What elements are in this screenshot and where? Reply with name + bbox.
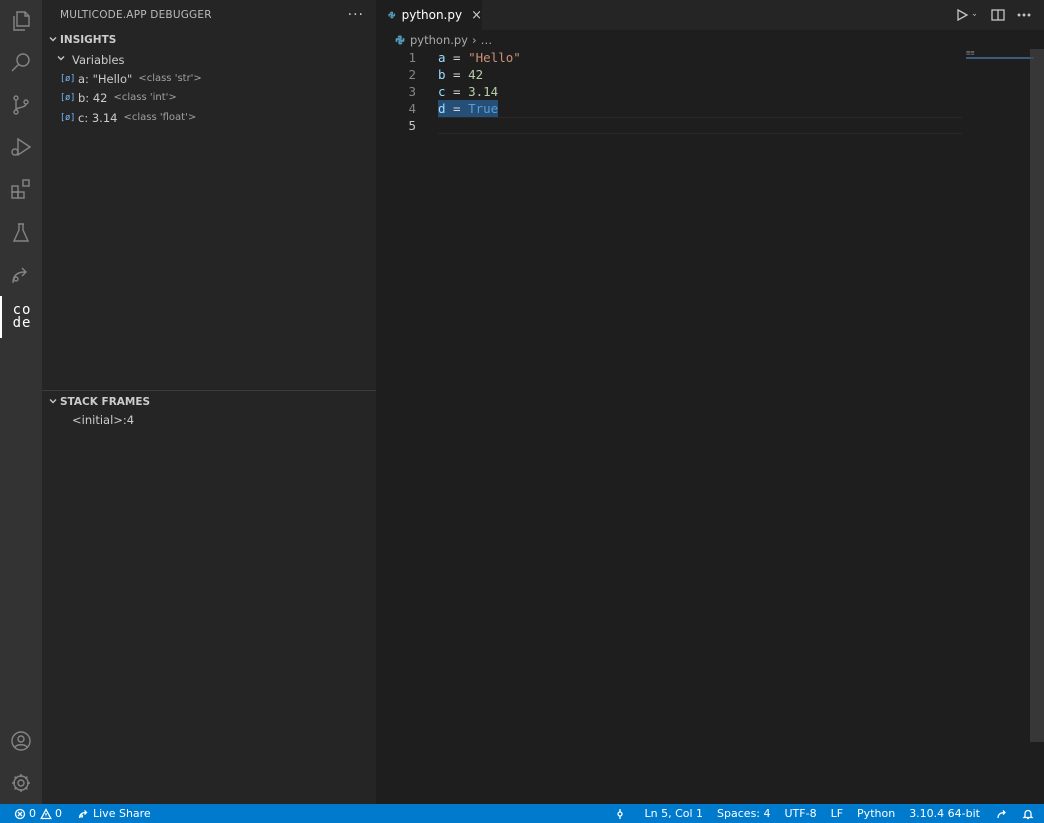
line-number: 1 bbox=[408, 50, 416, 65]
manage-gear-icon[interactable] bbox=[0, 762, 42, 804]
chevron-down-icon bbox=[46, 396, 60, 409]
live-share-icon bbox=[78, 809, 88, 818]
live-share-label: Live Share bbox=[93, 807, 151, 820]
insights-section-header[interactable]: INSIGHTS bbox=[42, 30, 376, 50]
insights-title: INSIGHTS bbox=[60, 34, 117, 46]
code-line[interactable]: 2 b = 42 bbox=[376, 66, 966, 83]
run-debug-icon[interactable] bbox=[0, 126, 42, 168]
variable-name: a: "Hello" bbox=[78, 71, 133, 86]
explorer-icon[interactable] bbox=[0, 0, 42, 42]
error-icon bbox=[14, 808, 26, 819]
python-interpreter[interactable]: 3.10.4 64-bit bbox=[903, 804, 986, 823]
variable-icon: [ø] bbox=[60, 73, 76, 84]
feedback-icon[interactable] bbox=[990, 804, 1014, 823]
variable-type: <class 'float'> bbox=[123, 112, 197, 123]
code-line[interactable]: 1 a = "Hello" bbox=[376, 49, 966, 66]
extensions-icon[interactable] bbox=[0, 168, 42, 210]
line-content: a = "Hello" bbox=[438, 50, 521, 65]
more-actions-button[interactable]: ··· bbox=[348, 7, 364, 23]
code-line[interactable]: 3 c = 3.14 bbox=[376, 83, 966, 100]
close-icon[interactable]: × bbox=[471, 8, 482, 23]
search-icon[interactable] bbox=[0, 42, 42, 84]
problems-indicator[interactable]: 0 0 bbox=[0, 804, 68, 823]
stack-frame-item[interactable]: <initial>:4 bbox=[42, 410, 376, 429]
multicode-logo: co de bbox=[12, 302, 32, 331]
testing-icon[interactable] bbox=[0, 212, 42, 254]
minimap-slider[interactable] bbox=[966, 57, 1034, 59]
variable-icon: [ø] bbox=[60, 112, 76, 123]
code-editor[interactable]: 1 a = "Hello" 2 b = 42 3 c = 3.14 4 d = … bbox=[376, 49, 1044, 804]
variables-label: Variables bbox=[72, 52, 125, 67]
sidebar-title: MULTICODE.APP DEBUGGER bbox=[60, 9, 212, 21]
stack-frames-title: STACK FRAMES bbox=[60, 396, 151, 408]
cursor-position[interactable]: Ln 5, Col 1 bbox=[638, 804, 709, 823]
activity-bar: co de bbox=[0, 0, 42, 804]
encoding-setting[interactable]: UTF-8 bbox=[779, 804, 823, 823]
status-bar-right: Ln 5, Col 1 Spaces: 4 UTF-8 LF Python 3.… bbox=[608, 804, 1040, 823]
live-share-button[interactable]: Live Share bbox=[72, 804, 157, 823]
warning-icon bbox=[40, 807, 52, 819]
vertical-scrollbar[interactable] bbox=[1030, 49, 1044, 742]
indentation-setting[interactable]: Spaces: 4 bbox=[711, 804, 776, 823]
status-bar: 0 0 Live Share Ln 5, Col 1 Spaces: 4 UTF… bbox=[0, 804, 1044, 823]
variable-item[interactable]: [ø] a: "Hello" <class 'str'> bbox=[42, 69, 376, 88]
warning-count: 0 bbox=[55, 807, 62, 820]
line-number: 2 bbox=[408, 67, 416, 82]
line-number: 3 bbox=[408, 84, 416, 99]
variable-name: b: 42 bbox=[78, 90, 108, 105]
selected-line-content: d = True bbox=[438, 100, 499, 117]
tab-python-py[interactable]: python.py × bbox=[376, 0, 482, 30]
line-content: c = 3.14 bbox=[438, 84, 499, 99]
breadcrumb: python.py › … bbox=[376, 31, 492, 49]
variable-type: <class 'int'> bbox=[113, 92, 177, 103]
tab-label: python.py bbox=[401, 8, 463, 22]
minimap-preview: ≡≡ bbox=[966, 49, 975, 57]
python-file-icon bbox=[395, 35, 405, 45]
section-divider bbox=[42, 390, 376, 391]
debugger-sidebar: MULTICODE.APP DEBUGGER ··· INSIGHTS Vari… bbox=[42, 0, 376, 804]
chevron-down-icon bbox=[54, 53, 68, 66]
variable-item[interactable]: [ø] c: 3.14 <class 'float'> bbox=[42, 108, 376, 127]
variables-node[interactable]: Variables bbox=[42, 50, 376, 69]
breadcrumb-more[interactable]: … bbox=[481, 33, 493, 47]
eol-setting[interactable]: LF bbox=[825, 804, 849, 823]
source-control-icon[interactable] bbox=[0, 84, 42, 126]
split-editor-icon[interactable] bbox=[990, 7, 1006, 23]
language-mode[interactable]: Python bbox=[851, 804, 901, 823]
accounts-icon[interactable] bbox=[0, 720, 42, 762]
run-icon[interactable] bbox=[954, 7, 970, 23]
chevron-down-icon bbox=[46, 34, 60, 47]
code-line[interactable]: 5 bbox=[376, 117, 966, 134]
variable-item[interactable]: [ø] b: 42 <class 'int'> bbox=[42, 88, 376, 107]
variable-name: c: 3.14 bbox=[78, 110, 118, 125]
breadcrumb-file[interactable]: python.py bbox=[410, 33, 468, 47]
line-content: b = 42 bbox=[438, 67, 484, 82]
python-file-icon bbox=[388, 11, 396, 19]
editor-actions bbox=[954, 7, 1032, 23]
chevron-right-icon: › bbox=[472, 33, 477, 47]
line-number: 5 bbox=[408, 118, 416, 133]
stack-frames-section-header[interactable]: STACK FRAMES bbox=[42, 392, 376, 412]
live-share-icon[interactable] bbox=[0, 254, 42, 296]
chevron-down-icon[interactable] bbox=[972, 7, 980, 23]
variable-icon: [ø] bbox=[60, 92, 76, 103]
sidebar-header: MULTICODE.APP DEBUGGER ··· bbox=[42, 0, 376, 30]
more-actions-icon[interactable] bbox=[1016, 7, 1032, 23]
stack-frame-label: <initial>:4 bbox=[72, 412, 135, 427]
notifications-bell-icon[interactable] bbox=[1016, 804, 1040, 823]
line-number: 4 bbox=[408, 101, 416, 116]
editor-tabbar: python.py × bbox=[376, 0, 1044, 30]
code-line[interactable]: 4 d = True bbox=[376, 100, 966, 117]
multicode-icon[interactable]: co de bbox=[0, 296, 42, 338]
variable-type: <class 'str'> bbox=[138, 73, 202, 84]
error-count: 0 bbox=[29, 807, 36, 820]
git-commit-icon[interactable] bbox=[608, 804, 632, 823]
